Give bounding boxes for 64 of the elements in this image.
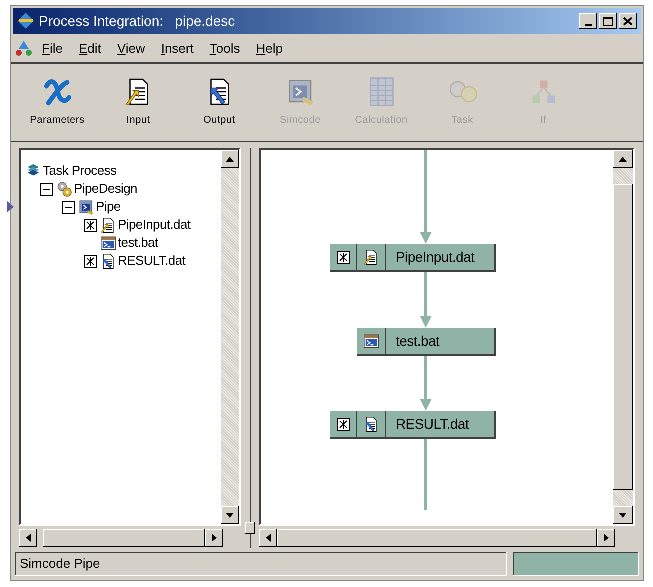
scroll-up-button[interactable] <box>613 150 633 168</box>
tree-item[interactable]: test.bat <box>118 233 158 253</box>
document-arrow-icon <box>100 216 117 234</box>
scroll-left-button[interactable] <box>259 529 277 547</box>
scroll-down-button[interactable] <box>613 506 633 524</box>
scroll-right-button[interactable] <box>205 529 223 547</box>
connector-arrow <box>420 272 432 328</box>
scroll-up-button[interactable] <box>221 150 239 168</box>
vertical-scrollbar[interactable] <box>221 150 239 524</box>
terminal-icon <box>78 198 95 216</box>
node-label: PipeInput.dat <box>395 248 475 267</box>
connector-arrow <box>420 356 432 411</box>
status-text: Simcode Pipe <box>20 555 100 574</box>
toolbar-button[interactable]: Parameters <box>17 68 98 138</box>
menu-item[interactable]: Help <box>249 40 290 58</box>
flow-node[interactable]: test.bat <box>357 328 496 356</box>
splitter-handle[interactable] <box>245 522 255 534</box>
window-title: Process Integration: pipe.desc <box>39 12 236 31</box>
curly-x-icon <box>42 77 72 107</box>
tree-item[interactable]: Task Process <box>43 161 117 181</box>
menu-item[interactable]: Insert <box>154 40 201 58</box>
close-icon <box>623 16 633 26</box>
scroll-down-button[interactable] <box>221 506 239 524</box>
flow-node[interactable]: RESULT.dat <box>330 411 496 439</box>
scroll-thumb[interactable] <box>43 529 205 547</box>
node-label: test.bat <box>395 332 440 350</box>
down-arrow-icon <box>619 512 627 518</box>
menu-item[interactable]: View <box>110 40 152 58</box>
menu-item[interactable]: File <box>35 40 70 58</box>
scroll-thumb[interactable] <box>277 529 597 547</box>
maximize-button[interactable] <box>599 13 617 29</box>
vertical-scrollbar[interactable] <box>613 150 633 524</box>
tree-item[interactable]: RESULT.dat <box>118 251 186 271</box>
node-label: RESULT.dat <box>395 414 469 434</box>
toolbar-button[interactable]: Output <box>179 68 260 138</box>
left-arrow-icon <box>266 534 270 542</box>
scroll-thumb[interactable] <box>613 184 633 490</box>
scroll-left-button[interactable] <box>19 529 37 547</box>
scroll-right-button[interactable] <box>597 529 615 547</box>
app-logo-icon <box>15 40 33 58</box>
left-arrow-icon <box>26 534 30 542</box>
terminal-icon <box>362 332 380 350</box>
down-arrow-icon <box>226 512 234 518</box>
up-arrow-icon <box>226 156 234 162</box>
horizontal-scrollbar[interactable] <box>259 528 615 548</box>
close-button[interactable] <box>619 13 637 29</box>
right-arrow-icon <box>604 534 608 542</box>
tree-item[interactable]: PipeDesign <box>74 179 138 199</box>
flow-node[interactable]: PipeInput.dat <box>330 244 496 272</box>
app-logo-icon <box>17 12 35 30</box>
gears-icon <box>56 180 73 198</box>
toolbar-button[interactable]: Input <box>98 68 179 138</box>
menu-item[interactable]: Tools <box>202 40 248 58</box>
tree-item[interactable]: Pipe <box>96 197 121 217</box>
connector-line <box>424 439 428 510</box>
horizontal-scrollbar[interactable] <box>19 528 223 548</box>
right-arrow-icon <box>212 534 216 542</box>
up-arrow-icon <box>619 156 627 162</box>
document-arrow-icon <box>362 248 380 266</box>
minimize-button[interactable] <box>579 13 597 29</box>
menu-item[interactable]: Edit <box>72 40 108 58</box>
terminal-icon <box>100 234 117 252</box>
document-arrow-icon <box>100 252 117 270</box>
tree-item[interactable]: PipeInput.dat <box>118 215 191 235</box>
